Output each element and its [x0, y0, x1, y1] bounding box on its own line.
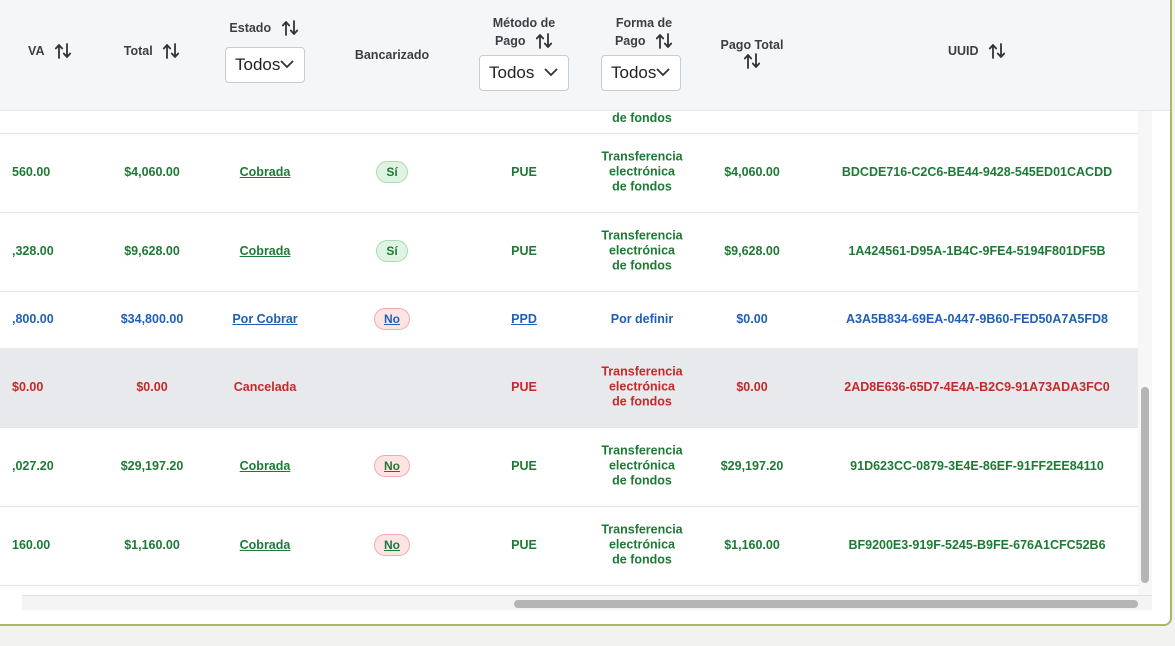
table-row: ,027.20 $29,197.20 Cobrada No PUE Transf…	[0, 427, 1140, 507]
metodo-cell: PUE	[511, 165, 537, 179]
iva-cell: ,328.00	[12, 244, 54, 258]
estado-cell: Cancelada	[233, 380, 297, 394]
bancarizado-cell: No	[342, 308, 442, 330]
bancarizado-cell: No	[342, 455, 442, 477]
pago-total-cell: $9,628.00	[724, 244, 780, 258]
invoice-table-panel: VA Total Estado Todos Bancarizado Método…	[0, 0, 1172, 626]
estado-link[interactable]: Por Cobrar	[215, 312, 315, 326]
pago-total-cell: $0.00	[736, 312, 768, 326]
vertical-scrollbar-thumb[interactable]	[1141, 387, 1149, 583]
sort-arrows-icon[interactable]	[655, 32, 673, 50]
uuid-cell: 1A424561-D95A-1B4C-9FE4-5194F801DF5B	[848, 244, 1106, 258]
header-bancarizado: Bancarizado	[354, 47, 430, 62]
bancarizado-badge[interactable]: No	[374, 455, 410, 477]
estado-filter-select[interactable]: Todos	[225, 47, 305, 83]
pago-total-cell: $4,060.00	[724, 165, 780, 179]
sort-arrows-icon[interactable]	[54, 42, 72, 60]
header-estado[interactable]: Estado	[224, 19, 304, 37]
iva-cell: 560.00	[12, 165, 51, 179]
uuid-cell: BF9200E3-919F-5245-B9FE-676A1CFC52B6	[848, 538, 1106, 552]
total-cell: $0.00	[136, 380, 168, 394]
forma-pago-cell: Por definir	[610, 312, 674, 326]
estado-link[interactable]: Cobrada	[215, 165, 315, 179]
table-row: $0.00 $0.00 Cancelada PUE Transferencia e…	[0, 348, 1140, 428]
metodo-cell: PUE	[511, 244, 537, 258]
total-cell: $29,197.20	[120, 459, 184, 473]
forma-pago-cell: Transferencia electrónica de fondos	[601, 149, 683, 194]
header-total[interactable]: Total	[117, 42, 187, 60]
table-row: ,800.00 $34,800.00 Por Cobrar No PPD Por…	[0, 291, 1140, 349]
header-forma-pago[interactable]: Forma de Pago	[604, 15, 684, 50]
bancarizado-cell: Sí	[342, 240, 442, 262]
bancarizado-cell: No	[342, 534, 442, 556]
forma-pago-cell: Transferencia electrónica de fondos	[601, 522, 683, 567]
sort-arrows-icon[interactable]	[988, 42, 1006, 60]
header-metodo-pago[interactable]: Método de Pago	[482, 15, 566, 50]
pago-total-cell: $29,197.20	[720, 459, 784, 473]
horizontal-scrollbar-thumb[interactable]	[514, 600, 1138, 608]
table-body: de fondos 560.00 $4,060.00 Cobrada Sí PU…	[0, 110, 1170, 595]
metodo-cell: PUE	[511, 380, 537, 394]
chevron-down-icon	[656, 68, 670, 77]
estado-link[interactable]: Cobrada	[215, 538, 315, 552]
bancarizado-badge[interactable]: No	[374, 308, 410, 330]
metodo-link[interactable]: PPD	[474, 312, 574, 326]
total-cell: $9,628.00	[124, 244, 180, 258]
metodo-filter-select[interactable]: Todos	[479, 55, 569, 91]
header-uuid[interactable]: UUID	[912, 42, 1042, 60]
uuid-cell: A3A5B834-69EA-0447-9B60-FED50A7A5FD8	[846, 312, 1108, 326]
table-row: 560.00 $4,060.00 Cobrada Sí PUE Transfer…	[0, 133, 1140, 213]
estado-link[interactable]: Cobrada	[215, 459, 315, 473]
iva-cell: 160.00	[12, 538, 51, 552]
bancarizado-badge: Sí	[376, 240, 408, 262]
header-iva[interactable]: VA	[20, 42, 80, 60]
metodo-cell: PUE	[511, 459, 537, 473]
table-row: ,328.00 $9,628.00 Cobrada Sí PUE Transfe…	[0, 212, 1140, 292]
total-cell: $4,060.00	[124, 165, 180, 179]
bancarizado-cell: Sí	[342, 161, 442, 183]
iva-cell: $0.00	[12, 380, 44, 394]
uuid-cell: 2AD8E636-65D7-4E4A-B2C9-91A73ADA3FC0	[844, 380, 1110, 394]
table-row: de fondos	[0, 110, 1140, 134]
forma-pago-cell: Transferencia electrónica de fondos	[601, 364, 683, 409]
pago-total-cell: $0.00	[736, 380, 768, 394]
forma-pago-cell: Transferencia electrónica de fondos	[601, 443, 683, 488]
sort-arrows-icon[interactable]	[281, 19, 299, 37]
bancarizado-badge[interactable]: No	[374, 534, 410, 556]
forma-pago-cell: de fondos	[612, 111, 672, 125]
pago-total-cell: $1,160.00	[724, 538, 780, 552]
iva-cell: ,027.20	[12, 459, 54, 473]
chevron-down-icon	[544, 68, 558, 77]
metodo-cell: PUE	[511, 538, 537, 552]
forma-filter-select[interactable]: Todos	[601, 55, 681, 91]
total-cell: $34,800.00	[120, 312, 184, 326]
iva-cell: ,800.00	[12, 312, 54, 326]
table-header: VA Total Estado Todos Bancarizado Método…	[0, 0, 1170, 111]
sort-arrows-icon[interactable]	[535, 32, 553, 50]
bancarizado-badge: Sí	[376, 161, 408, 183]
sort-arrows-icon[interactable]	[162, 42, 180, 60]
header-pago-total[interactable]: Pago Total	[707, 38, 797, 70]
table-row: 160.00 $1,160.00 Cobrada No PUE Transfer…	[0, 506, 1140, 586]
forma-pago-cell: Transferencia electrónica de fondos	[601, 228, 683, 273]
uuid-cell: 91D623CC-0879-3E4E-86EF-91FF2EE84110	[850, 459, 1104, 473]
chevron-down-icon	[280, 60, 294, 69]
uuid-cell: BDCDE716-C2C6-BE44-9428-545ED01CACDD	[841, 165, 1113, 179]
estado-link[interactable]: Cobrada	[215, 244, 315, 258]
total-cell: $1,160.00	[124, 538, 180, 552]
sort-arrows-icon[interactable]	[743, 52, 761, 70]
